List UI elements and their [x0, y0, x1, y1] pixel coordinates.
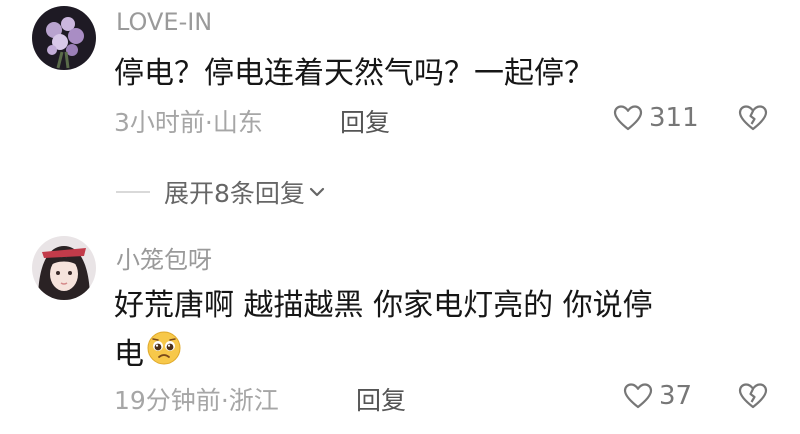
location: 浙江 [228, 386, 279, 415]
heart-icon [623, 383, 653, 409]
girl-portrait-avatar [32, 236, 96, 300]
comment-line: 电 [114, 337, 144, 372]
heart-icon [613, 105, 643, 131]
username[interactable]: LOVE-IN [116, 8, 212, 36]
divider-line [116, 191, 150, 193]
reply-button[interactable]: 回复 [340, 103, 390, 139]
like-button[interactable]: 37 [623, 381, 692, 411]
pleading-face-emoji [146, 330, 182, 381]
expand-replies[interactable]: 展开8条回复 [116, 174, 327, 210]
timestamp: 19分钟前 [114, 386, 221, 415]
meta-separator: · [204, 108, 213, 137]
comment-text: 停电？停电连着天然气吗？一起停？ [114, 50, 594, 98]
comment-meta: 19分钟前·浙江 [114, 381, 279, 417]
like-count: 37 [659, 381, 693, 411]
dislike-button[interactable] [738, 104, 768, 136]
user-avatar[interactable] [32, 6, 96, 70]
broken-heart-icon [738, 383, 768, 409]
expand-replies-label: 展开8条回复 [164, 179, 305, 208]
comment-meta: 3小时前·山东 [114, 103, 263, 139]
username[interactable]: 小笼包呀 [116, 240, 212, 275]
broken-heart-icon [738, 105, 768, 131]
comment-line: 停电？停电连着天然气吗？一起停？ [114, 56, 594, 91]
flower-bouquet-avatar [32, 6, 96, 70]
like-count: 311 [649, 103, 699, 133]
like-button[interactable]: 311 [613, 103, 699, 133]
comment-item: LOVE-IN 停电？停电连着天然气吗？一起停？ 3小时前·山东 回复 311 [0, 0, 800, 150]
comment-line: 好荒唐啊 越描越黑 你家电灯亮的 你说停 [114, 288, 653, 323]
timestamp: 3小时前 [114, 108, 205, 137]
reply-button[interactable]: 回复 [356, 381, 406, 417]
meta-separator: · [220, 386, 229, 415]
user-avatar[interactable] [32, 236, 96, 300]
dislike-button[interactable] [738, 382, 768, 414]
comment-text: 好荒唐啊 越描越黑 你家电灯亮的 你说停 电 [114, 282, 653, 381]
comment-item: 小笼包呀 好荒唐啊 越描越黑 你家电灯亮的 你说停 电 19分钟前·浙江 回复 … [0, 228, 800, 434]
location: 山东 [212, 108, 263, 137]
chevron-down-icon [309, 187, 325, 197]
comment-line-wrap: 电 [114, 330, 653, 381]
